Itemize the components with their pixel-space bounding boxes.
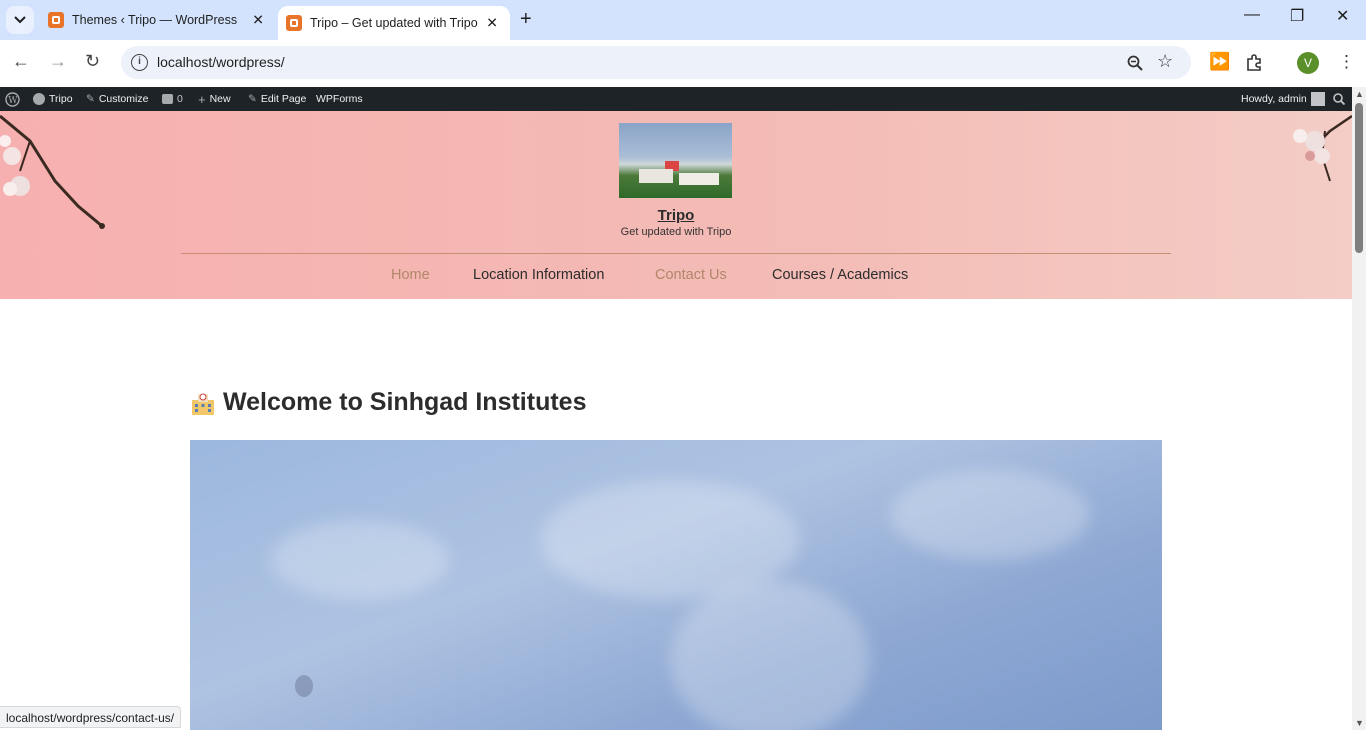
scroll-up-arrow-icon[interactable]: ▲	[1355, 89, 1364, 99]
adminbar-howdy-label: Howdy, admin	[1241, 93, 1307, 105]
extensions-icon[interactable]	[1245, 53, 1264, 72]
tab-title: Themes ‹ Tripo — WordPress	[72, 13, 238, 27]
page-scrollbar[interactable]: ▲ ▼	[1352, 87, 1366, 730]
tab-strip: Themes ‹ Tripo — WordPress ✕ Tripo – Get…	[0, 0, 1366, 40]
menu-item-contact-us[interactable]: Contact Us	[655, 267, 727, 283]
menu-item-location-information[interactable]: Location Information	[473, 267, 604, 283]
brush-icon: ✎	[86, 93, 95, 105]
link-status-bubble: localhost/wordpress/contact-us/	[0, 706, 182, 728]
search-icon[interactable]	[1333, 93, 1345, 105]
xampp-favicon-icon	[48, 12, 64, 28]
dashboard-icon	[33, 93, 45, 105]
adminbar-site-link[interactable]: Tripo	[33, 87, 73, 111]
site-tagline: Get updated with Tripo	[620, 226, 732, 238]
school-building-icon	[192, 393, 214, 415]
address-bar[interactable]: i localhost/wordpress/ ☆	[121, 46, 1191, 79]
browser-toolbar: ← → ↻ i localhost/wordpress/ ☆ ⏩ V ⋮	[0, 40, 1366, 87]
adminbar-new-link[interactable]: + New	[198, 87, 231, 111]
tab-search-button[interactable]	[6, 6, 34, 34]
wp-admin-bar: W Tripo ✎ Customize 0 + New ✎ Edit Page …	[0, 87, 1352, 111]
welcome-prefix: Welcome to	[223, 388, 363, 416]
site-logo[interactable]	[619, 123, 732, 198]
menu-kebab-icon[interactable]: ⋮	[1338, 52, 1355, 72]
adminbar-account[interactable]: Howdy, admin	[1241, 87, 1325, 111]
close-tab-icon[interactable]: ✕	[486, 15, 498, 32]
close-tab-icon[interactable]: ✕	[252, 12, 264, 29]
wordpress-logo-icon[interactable]: W	[5, 87, 20, 111]
close-window-button[interactable]: ✕	[1336, 6, 1349, 26]
minimize-button[interactable]: —	[1244, 6, 1260, 24]
welcome-institute-name: Sinhgad Institutes	[369, 388, 587, 416]
tab-tripo[interactable]: Tripo – Get updated with Tripo ✕	[278, 6, 510, 40]
tab-themes[interactable]: Themes ‹ Tripo — WordPress ✕	[36, 0, 276, 40]
scrollbar-thumb[interactable]	[1355, 103, 1363, 253]
plus-icon: +	[198, 91, 206, 107]
restore-button[interactable]: ❐	[1290, 6, 1304, 26]
adminbar-edit-link[interactable]: ✎ Edit Page	[248, 87, 306, 111]
hero-image	[190, 440, 1162, 740]
adminbar-customize-label: Customize	[98, 93, 149, 105]
header-divider	[181, 253, 1171, 254]
adminbar-comments-link[interactable]: 0	[162, 87, 183, 111]
adminbar-customize-link[interactable]: ✎ Customize	[86, 87, 148, 111]
back-button[interactable]: ←	[12, 51, 30, 72]
adminbar-edit-label: Edit Page	[260, 93, 307, 105]
adminbar-new-label: New	[209, 93, 231, 105]
media-icon[interactable]: ⏩	[1209, 52, 1230, 72]
menu-item-courses-academics[interactable]: Courses / Academics	[772, 267, 908, 283]
adminbar-site-label: Tripo	[49, 93, 73, 105]
menu-item-home[interactable]: Home	[391, 267, 430, 283]
profile-avatar[interactable]: V	[1297, 52, 1319, 74]
pencil-icon: ✎	[248, 93, 257, 105]
adminbar-comment-count: 0	[177, 93, 183, 105]
site-header: Tripo Get updated with Tripo Home Locati…	[0, 111, 1352, 299]
site-title-link[interactable]: Tripo	[0, 207, 1352, 224]
zoom-icon[interactable]	[1127, 55, 1143, 71]
xampp-favicon-icon	[286, 15, 302, 31]
forward-button[interactable]: →	[49, 51, 67, 72]
bookmark-star-icon[interactable]: ☆	[1157, 51, 1173, 72]
adminbar-wpforms-link[interactable]: WPForms	[316, 87, 363, 111]
tab-title: Tripo – Get updated with Tripo	[310, 16, 478, 30]
new-tab-button[interactable]: +	[520, 8, 532, 31]
url-text[interactable]: localhost/wordpress/	[157, 54, 285, 70]
adminbar-wpforms-label: WPForms	[316, 93, 363, 105]
user-avatar-icon	[1310, 92, 1325, 106]
svg-text:W: W	[8, 96, 18, 106]
reload-button[interactable]: ↻	[85, 51, 100, 72]
comment-icon	[162, 94, 173, 104]
chevron-down-icon	[14, 16, 26, 24]
site-info-icon[interactable]: i	[131, 54, 148, 71]
cherry-blossom-branch-right	[1293, 114, 1352, 182]
scroll-down-arrow-icon[interactable]: ▼	[1355, 718, 1364, 728]
page-heading: Welcome to Sinhgad Institutes	[190, 388, 586, 417]
